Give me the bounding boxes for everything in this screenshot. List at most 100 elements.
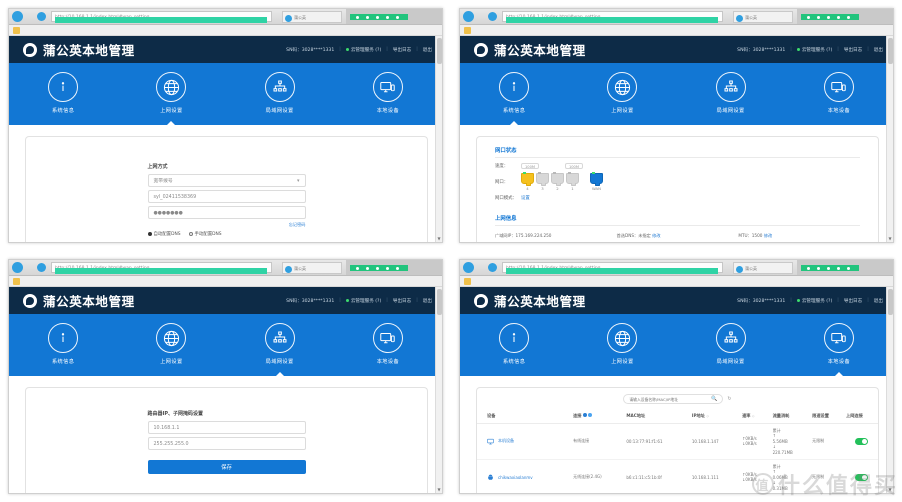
logout-link[interactable]: 退出 — [423, 47, 432, 53]
forgot-password-link[interactable]: 忘记密码 — [148, 222, 306, 228]
cell-limit[interactable]: 无限制 — [810, 459, 845, 493]
nav-item-lan-settings[interactable]: 局域网设置 — [686, 323, 776, 365]
refresh-icon[interactable]: ↻ — [727, 396, 731, 402]
cloud-service-link[interactable]: 云管理服务 (?) — [796, 47, 832, 53]
export-log-link[interactable]: 导出日志 — [393, 298, 411, 304]
logout-link[interactable]: 退出 — [874, 298, 883, 304]
cell-online[interactable] — [844, 423, 878, 460]
cloud-service-link[interactable]: 云管理服务 (?) — [345, 47, 381, 53]
nav-item-wan-settings[interactable]: 上网设置 — [126, 72, 216, 114]
main-nav: 系统信息 上网设置 局域网设置 本地设备 — [460, 63, 893, 125]
port-2[interactable]: 2 — [551, 172, 564, 191]
nav-item-lan-settings[interactable]: 局域网设置 — [686, 72, 776, 114]
logout-link[interactable]: 退出 — [423, 298, 432, 304]
section-divider — [495, 157, 860, 158]
wan-password-input[interactable]: ●●●●●●● — [147, 206, 306, 219]
table-row[interactable]: chikwaxiaolanmv 无线连接(2.4G) b6:c1:11:c5:1… — [477, 459, 878, 493]
port-4[interactable]: 4 — [521, 172, 534, 191]
nav-item-wan-settings[interactable]: 上网设置 — [126, 323, 216, 365]
browser-back-icon[interactable] — [12, 11, 23, 22]
cell-online[interactable] — [844, 459, 878, 493]
nav-item-system-info[interactable]: 系统信息 — [469, 72, 559, 114]
wan-mode-select[interactable]: 宽带拨号 — [147, 174, 306, 187]
nav-item-system-info[interactable]: 系统信息 — [18, 72, 108, 114]
browser-back-icon[interactable] — [12, 262, 23, 273]
table-row[interactable]: 本机设备 有线连接 00:13:77:91:f1:61 10.168.1.147… — [477, 423, 878, 460]
export-log-link[interactable]: 导出日志 — [393, 47, 411, 53]
dns-edit-link[interactable]: 修改 — [652, 233, 660, 238]
scrollbar-thumb[interactable] — [888, 38, 893, 64]
scroll-down-icon[interactable]: ▼ — [889, 236, 892, 241]
page-scrollbar[interactable]: ▲ ▼ — [435, 287, 442, 493]
port-3[interactable]: 3 — [536, 172, 549, 191]
browser-tab-icon[interactable] — [488, 12, 497, 21]
browser-back-icon[interactable] — [463, 11, 474, 22]
search-input[interactable] — [629, 396, 709, 402]
bookmark-folder-icon[interactable] — [464, 27, 471, 34]
browser-tab-second[interactable]: 蒲公英 — [733, 11, 793, 23]
online-toggle[interactable] — [854, 437, 868, 445]
browser-back-icon[interactable] — [463, 262, 474, 273]
cloud-service-link[interactable]: 云管理服务 (?) — [796, 298, 833, 304]
mtu-edit-link[interactable]: 修改 — [764, 233, 772, 238]
device-name[interactable]: 本机设备 — [498, 438, 514, 444]
cell-limit[interactable]: 无限制 — [810, 423, 845, 460]
nav-item-local-devices[interactable]: 本地设备 — [343, 72, 433, 114]
nav-item-system-info[interactable]: 系统信息 — [469, 323, 559, 365]
scroll-down-icon[interactable]: ▼ — [438, 236, 441, 241]
port-wan[interactable]: WAN — [590, 172, 603, 191]
col-ip[interactable]: IP地址 ◇ — [689, 409, 741, 424]
page-scrollbar[interactable]: ▲ ▼ — [886, 36, 893, 242]
nav-item-system-info[interactable]: 系统信息 — [18, 323, 108, 365]
browser-tab-icon[interactable] — [37, 12, 46, 21]
nav-item-local-devices[interactable]: 本地设备 — [343, 323, 433, 365]
browser-tab-second[interactable]: 蒲公英 — [282, 11, 342, 23]
app-header: 蒲公英本地管理 SN码：3028****1331 | 云管理服务 (?) | 导… — [9, 287, 442, 314]
scroll-down-icon[interactable]: ▼ — [438, 487, 441, 492]
save-button[interactable]: 保存 — [147, 460, 306, 474]
dns-auto-radio[interactable]: 自动配置DNS — [147, 231, 181, 237]
page-scrollbar[interactable]: ▲ ▼ — [886, 287, 893, 493]
browser-tab-icon[interactable] — [488, 263, 497, 272]
scrollbar-thumb[interactable] — [888, 289, 893, 315]
port-1[interactable]: 1 — [566, 172, 579, 191]
browser-tab-second[interactable]: 蒲公英 — [733, 262, 793, 274]
col-rate[interactable]: 速率 ◇ — [740, 409, 771, 424]
subnet-mask-input[interactable]: 255.255.255.0 — [147, 437, 306, 450]
dns-manual-radio[interactable]: 手动配置DNS — [188, 231, 222, 237]
bookmark-folder-icon[interactable] — [464, 278, 471, 285]
nav-item-local-devices[interactable]: 本地设备 — [794, 72, 884, 114]
scroll-down-icon[interactable]: ▼ — [889, 487, 892, 492]
export-log-link[interactable]: 导出日志 — [844, 47, 862, 53]
device-name[interactable]: chikwaxiaolanmv — [498, 475, 533, 480]
nav-item-local-devices[interactable]: 本地设备 — [794, 323, 884, 365]
online-toggle[interactable] — [854, 473, 868, 481]
header-divider: | — [339, 47, 341, 52]
scrollbar-thumb[interactable] — [437, 289, 442, 315]
page-scrollbar[interactable]: ▲ ▼ — [435, 36, 442, 242]
nav-item-wan-settings[interactable]: 上网设置 — [577, 323, 667, 365]
nav-item-lan-settings[interactable]: 局域网设置 — [235, 323, 325, 365]
search-box[interactable]: 🔍 — [623, 394, 724, 404]
port-mode-setting-link[interactable]: 设置 — [521, 195, 530, 201]
wan-info-row: 广域网IP：175.169.224.250 首选DNS：未指定 修改 MTU：1… — [495, 231, 860, 239]
scrollbar-thumb[interactable] — [437, 38, 442, 64]
bookmark-folder-icon[interactable] — [13, 27, 20, 34]
nav-item-wan-settings[interactable]: 上网设置 — [577, 72, 667, 114]
cloud-service-link[interactable]: 云管理服务 (?) — [345, 298, 381, 304]
sort-icon[interactable]: ◇ — [752, 414, 755, 418]
nav-item-lan-settings[interactable]: 局域网设置 — [235, 72, 325, 114]
search-icon[interactable]: 🔍 — [711, 396, 717, 402]
browser-tab-icon[interactable] — [37, 263, 46, 272]
export-log-link[interactable]: 导出日志 — [844, 298, 862, 304]
browser-tab-second[interactable]: 蒲公英 — [282, 262, 342, 274]
bookmark-folder-icon[interactable] — [13, 278, 20, 285]
rj45-clip — [595, 182, 600, 186]
logout-link[interactable]: 退出 — [874, 47, 883, 53]
brand: 蒲公英本地管理 — [23, 40, 135, 59]
rj45-icon — [590, 172, 603, 186]
router-ip-input[interactable]: 10.168.1.1 — [147, 421, 306, 434]
wan-username-input[interactable]: syl_02411538369 — [147, 190, 306, 203]
cloud-service-label: 云管理服务 (?) — [801, 298, 833, 304]
sort-icon[interactable]: ◇ — [706, 414, 709, 418]
